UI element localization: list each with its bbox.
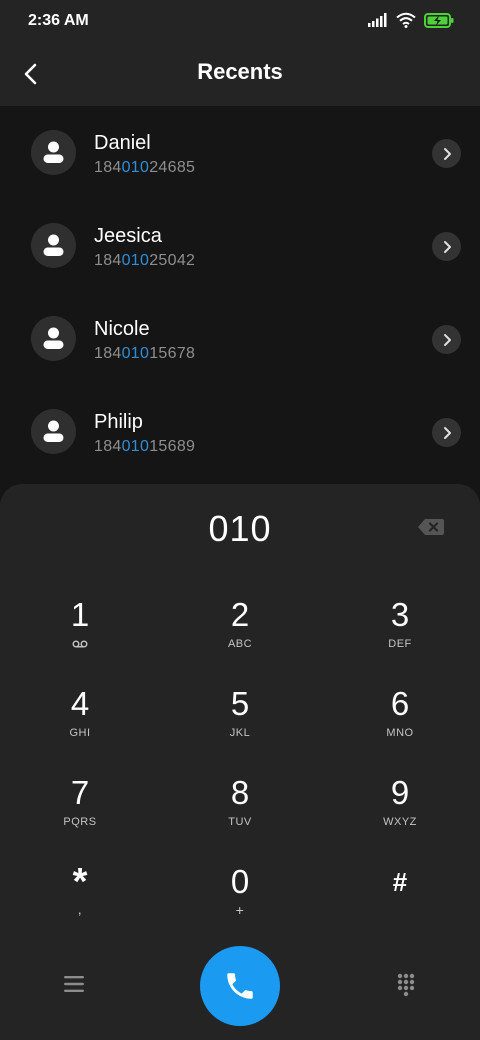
menu-icon bbox=[64, 976, 84, 992]
key-hash[interactable]: # bbox=[340, 863, 460, 943]
key-1[interactable]: 1 bbox=[20, 596, 140, 676]
recents-list: Daniel 18401024685 Jeesica 18401025042 N… bbox=[0, 106, 480, 496]
key-letters: WXYZ bbox=[383, 816, 417, 828]
chevron-right-icon bbox=[443, 426, 451, 439]
contact-name: Daniel bbox=[94, 132, 151, 154]
contact-details-button[interactable] bbox=[432, 418, 461, 447]
key-letters: + bbox=[235, 902, 245, 918]
page-title: Recents bbox=[197, 59, 283, 84]
number-match: 010 bbox=[121, 438, 150, 455]
key-7[interactable]: 7 PQRS bbox=[20, 774, 140, 854]
avatar bbox=[31, 316, 76, 361]
contact-details-button[interactable] bbox=[432, 325, 461, 354]
battery-charging-icon bbox=[424, 12, 454, 28]
contact-name: Philip bbox=[94, 411, 143, 433]
key-digit: * bbox=[72, 861, 88, 903]
number-match: 010 bbox=[121, 159, 150, 176]
contact-name: Nicole bbox=[94, 318, 150, 340]
key-digit: 3 bbox=[390, 596, 410, 633]
key-9[interactable]: 9 WXYZ bbox=[340, 774, 460, 854]
menu-button[interactable] bbox=[58, 970, 90, 998]
key-6[interactable]: 6 MNO bbox=[340, 685, 460, 765]
key-digit: 1 bbox=[70, 596, 90, 633]
key-digit: 6 bbox=[390, 685, 410, 722]
avatar bbox=[31, 409, 76, 454]
key-digit: 8 bbox=[230, 774, 250, 811]
key-letters: TUV bbox=[228, 816, 252, 828]
backspace-button[interactable] bbox=[416, 516, 446, 538]
key-letters: GHI bbox=[69, 727, 91, 739]
key-digit: 7 bbox=[70, 774, 90, 811]
key-letters: DEF bbox=[388, 638, 412, 650]
key-0[interactable]: 0 + bbox=[180, 863, 300, 943]
key-8[interactable]: 8 TUV bbox=[180, 774, 300, 854]
wifi-icon bbox=[396, 12, 416, 28]
person-icon bbox=[43, 234, 64, 256]
contact-number: 18401025042 bbox=[94, 252, 196, 269]
avatar bbox=[31, 130, 76, 175]
contact-row-nicole[interactable]: Nicole 18401015678 bbox=[0, 292, 480, 385]
key-digit: # bbox=[392, 867, 408, 897]
app-header: Recents bbox=[0, 44, 480, 106]
key-letters: MNO bbox=[386, 727, 414, 739]
dialpad-panel: 010 1 2 ABC 3 DEF 4 GHI 5 JKL 6 MNO 7 PQ… bbox=[0, 484, 480, 1040]
keypad-icon bbox=[397, 973, 415, 997]
key-digit: 9 bbox=[390, 774, 410, 811]
key-5[interactable]: 5 JKL bbox=[180, 685, 300, 765]
contact-number: 18401015678 bbox=[94, 345, 196, 362]
number-match: 010 bbox=[121, 345, 150, 362]
avatar bbox=[31, 223, 76, 268]
key-3[interactable]: 3 DEF bbox=[340, 596, 460, 676]
person-icon bbox=[43, 141, 64, 163]
person-icon bbox=[43, 327, 64, 349]
number-match: 010 bbox=[121, 252, 150, 269]
chevron-right-icon bbox=[443, 240, 451, 253]
key-letters: PQRS bbox=[63, 816, 97, 828]
contact-number: 18401024685 bbox=[94, 159, 196, 176]
contact-details-button[interactable] bbox=[432, 139, 461, 168]
key-letters: , bbox=[77, 901, 83, 917]
contact-number: 18401015689 bbox=[94, 438, 196, 455]
key-letters: ABC bbox=[227, 638, 253, 650]
person-icon bbox=[43, 420, 64, 442]
keypad-toggle-button[interactable] bbox=[390, 970, 422, 1002]
key-2[interactable]: 2 ABC bbox=[180, 596, 300, 676]
contact-row-jeesica[interactable]: Jeesica 18401025042 bbox=[0, 199, 480, 292]
phone-icon bbox=[227, 973, 253, 999]
contact-details-button[interactable] bbox=[432, 232, 461, 261]
dialed-number-display: 010 bbox=[208, 508, 272, 549]
status-time: 2:36 AM bbox=[28, 12, 89, 29]
key-star[interactable]: * , bbox=[20, 861, 140, 943]
key-letters: JKL bbox=[229, 727, 251, 739]
voicemail-icon bbox=[72, 640, 88, 648]
contact-name: Jeesica bbox=[94, 225, 162, 247]
signal-icon bbox=[368, 13, 387, 27]
call-button[interactable] bbox=[200, 946, 280, 1026]
chevron-right-icon bbox=[443, 333, 451, 346]
key-digit: 4 bbox=[70, 685, 90, 722]
key-digit: 5 bbox=[230, 685, 250, 722]
chevron-right-icon bbox=[443, 147, 451, 160]
key-digit: 2 bbox=[230, 596, 250, 633]
status-icons bbox=[368, 12, 454, 28]
key-4[interactable]: 4 GHI bbox=[20, 685, 140, 765]
contact-row-philip[interactable]: Philip 18401015689 bbox=[0, 385, 480, 478]
contact-row-daniel[interactable]: Daniel 18401024685 bbox=[0, 106, 480, 199]
backspace-icon bbox=[418, 519, 444, 535]
status-bar: 2:36 AM bbox=[0, 0, 480, 44]
key-digit: 0 bbox=[230, 863, 250, 900]
